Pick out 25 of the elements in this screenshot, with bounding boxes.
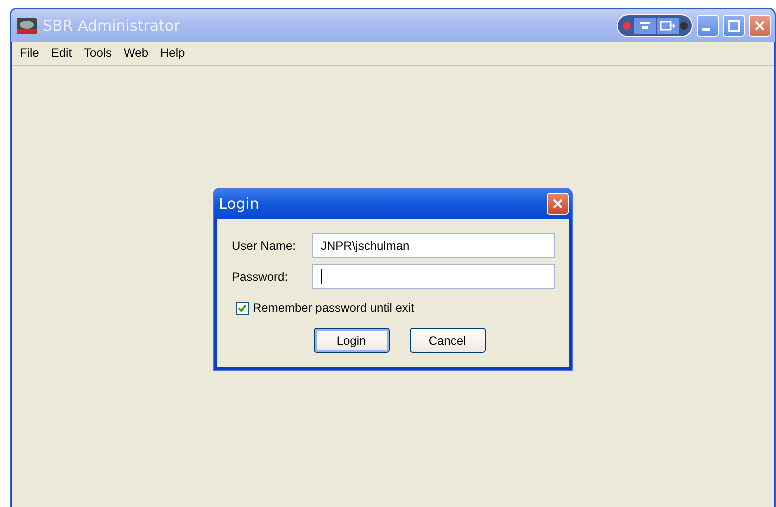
login-button[interactable]: Login — [314, 328, 390, 353]
menu-item[interactable]: Tools — [78, 44, 118, 63]
menu-item[interactable]: Edit — [45, 44, 78, 63]
maximize-button[interactable] — [723, 14, 745, 36]
minimize-button[interactable] — [697, 14, 719, 36]
field-label: User Name: — [232, 238, 298, 252]
maximize-icon — [728, 20, 740, 32]
cancel-button[interactable]: Cancel — [410, 328, 486, 353]
checkbox-label: Remember password until exit — [253, 301, 414, 315]
input-field[interactable] — [312, 264, 555, 289]
close-button[interactable] — [749, 14, 771, 36]
menu-item[interactable]: Help — [154, 44, 192, 63]
menu-item[interactable]: Web — [118, 44, 155, 63]
menu-item[interactable]: File — [14, 44, 46, 63]
checkbox[interactable] — [236, 302, 249, 314]
close-icon — [552, 198, 564, 210]
minimize-icon — [702, 28, 710, 31]
close-icon — [754, 20, 766, 32]
window-title: SBR Administrator — [43, 16, 182, 34]
field-label: Password: — [232, 270, 290, 284]
close-button[interactable] — [547, 193, 569, 215]
app-icon — [17, 16, 37, 34]
dialog-title: Login — [219, 195, 260, 213]
input-field[interactable]: JNPR\jschulman — [312, 233, 555, 258]
tray-controls-icon[interactable] — [617, 14, 693, 38]
